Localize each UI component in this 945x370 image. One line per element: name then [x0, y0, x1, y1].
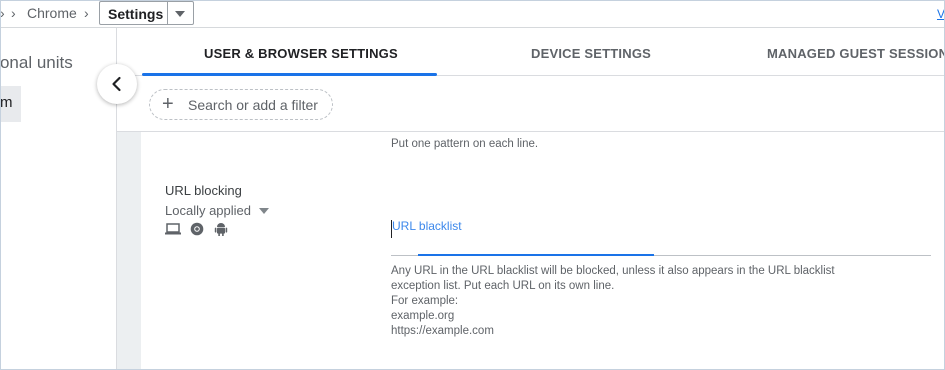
chrome-icon [190, 222, 204, 241]
help-text-example: https://example.com [391, 325, 494, 337]
breadcrumb-chrome-link[interactable]: Chrome [27, 5, 77, 21]
breadcrumb-separator: › [0, 5, 5, 21]
collapse-panel-button[interactable] [97, 64, 137, 104]
breadcrumb-separator: › [11, 5, 16, 21]
chevron-down-icon[interactable] [175, 11, 185, 17]
org-unit-label: m [0, 94, 13, 111]
field-focus-underline [418, 254, 654, 256]
org-unit-selected-item[interactable]: m [0, 86, 21, 122]
filter-bar: + Search or add a filter [117, 77, 945, 132]
laptop-icon [165, 222, 181, 241]
breadcrumb-current-label: Settings [108, 6, 164, 22]
help-text-line: exception list. Put each URL on its own … [391, 280, 615, 292]
tab-managed-guest-session-settings[interactable]: MANAGED GUEST SESSION SE [767, 46, 945, 61]
help-text-line: For example: [391, 295, 459, 307]
setting-title: URL blocking [165, 183, 242, 198]
settings-tabs: USER & BROWSER SETTINGS DEVICE SETTINGS … [117, 28, 945, 76]
text-cursor [391, 220, 392, 238]
filter-placeholder: Search or add a filter [188, 97, 318, 113]
breadcrumb: › › Chrome › Settings V [0, 0, 945, 28]
tab-user-browser-settings[interactable]: USER & BROWSER SETTINGS [204, 46, 398, 61]
dropdown-divider [167, 2, 168, 24]
add-filter-button[interactable]: + Search or add a filter [149, 89, 333, 120]
url-blacklist-label: URL blacklist [392, 219, 462, 233]
help-text-example: example.org [391, 310, 455, 322]
inheritance-status[interactable]: Locally applied [165, 203, 251, 218]
breadcrumb-separator: › [84, 5, 89, 21]
breadcrumb-current-dropdown[interactable]: Settings [99, 1, 194, 25]
plus-icon: + [162, 93, 174, 115]
top-right-link[interactable]: V [937, 7, 945, 21]
settings-card [141, 132, 945, 370]
help-text-line: Any URL in the URL blacklist will be blo… [391, 265, 835, 277]
previous-setting-hint: Put one pattern on each line. [391, 138, 539, 150]
android-icon [214, 222, 228, 241]
org-units-title: ational units [0, 53, 73, 72]
active-tab-indicator [142, 73, 437, 76]
chevron-down-icon[interactable] [259, 208, 269, 214]
tab-device-settings[interactable]: DEVICE SETTINGS [531, 46, 651, 61]
